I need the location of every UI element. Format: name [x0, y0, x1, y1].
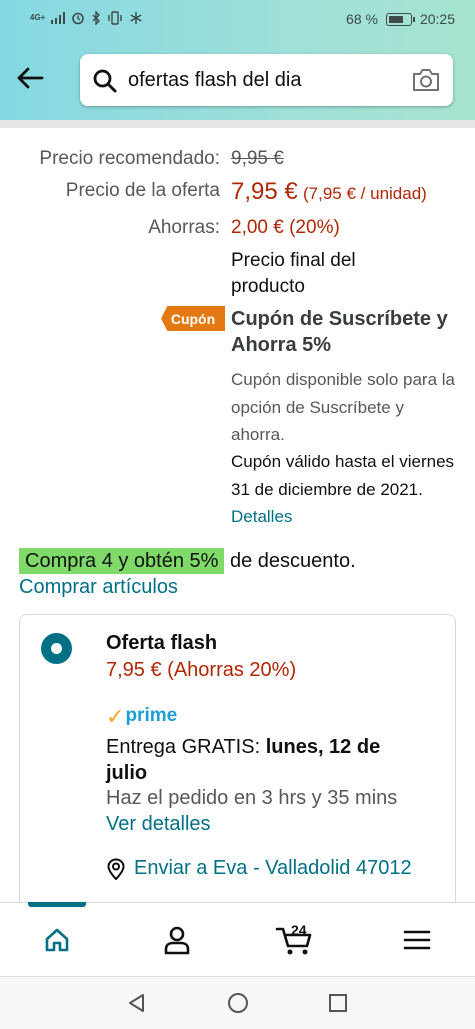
prime-label: prime	[125, 705, 178, 726]
system-back-button[interactable]	[124, 990, 150, 1016]
section-divider	[0, 120, 475, 128]
back-button[interactable]	[12, 58, 48, 98]
square-recents-icon	[329, 994, 347, 1012]
system-recents-button[interactable]	[325, 990, 351, 1016]
clock: 20:25	[419, 11, 455, 27]
search-bar[interactable]	[80, 54, 453, 106]
alarm-icon	[72, 12, 85, 25]
prime-check-icon: ✓	[106, 704, 125, 729]
battery-icon	[385, 12, 415, 26]
recommended-price-label: Precio recomendado:	[39, 148, 220, 169]
hamburger-menu-icon	[403, 930, 431, 950]
coupon-badge: Cupón	[161, 306, 225, 331]
system-home-button[interactable]	[225, 990, 251, 1016]
coupon-note: Cupón disponible solo para la opción de …	[231, 370, 455, 444]
battery-fill	[388, 15, 403, 23]
arrow-left-icon	[17, 67, 44, 89]
snowflake-icon	[130, 12, 142, 24]
coupon-details-link[interactable]: Detalles	[231, 507, 292, 526]
triangle-back-icon	[129, 994, 144, 1012]
battery-percent: 68 %	[346, 11, 378, 27]
see-details-link[interactable]: Ver detalles	[106, 813, 211, 836]
signal-icon	[51, 12, 66, 24]
circle-home-icon	[228, 993, 248, 1013]
offer-price-label: Precio de la oferta	[65, 180, 220, 201]
offer-title: Oferta flash	[106, 632, 218, 654]
final-price-note: Precio final del producto	[231, 250, 356, 297]
buy-items-link[interactable]: Comprar artículos	[19, 576, 178, 599]
cart-count: 24	[291, 922, 307, 938]
promotion-highlight: Compra 4 y obtén 5%	[19, 548, 225, 574]
offer-price: 7,95 €	[231, 178, 298, 205]
savings-value: 2,00 € (20%)	[231, 217, 340, 238]
coupon-valid-text: Cupón válido hasta el viernes 31 de dici…	[231, 452, 455, 499]
delivery-info: Entrega GRATIS: lunes, 12 de julio	[106, 734, 426, 786]
nav-account[interactable]	[157, 920, 197, 960]
savings-label: Ahorras:	[148, 217, 220, 238]
status-bar: 4G+ 68 % 20:25	[0, 0, 475, 38]
order-countdown: Haz el pedido en 3 hrs y 35 mins	[106, 787, 398, 809]
nav-home[interactable]	[37, 920, 77, 960]
nav-menu[interactable]	[397, 920, 437, 960]
offer-card-price: 7,95 € (Ahorras 20%)	[106, 659, 297, 681]
promotion-suffix: de descuento.	[230, 550, 356, 572]
coupon-title: Cupón de Suscríbete y Ahorra 5%	[231, 308, 448, 356]
camera-icon[interactable]	[411, 67, 441, 93]
home-icon	[45, 928, 69, 952]
radio-dot	[51, 643, 62, 654]
ship-to-text: Enviar a Eva - Valladolid 47012	[134, 857, 412, 879]
vibrate-icon	[108, 11, 123, 25]
ship-to-link[interactable]: Enviar a Eva - Valladolid 47012	[106, 857, 412, 880]
promotion-line: Compra 4 y obtén 5% de descuento.	[19, 548, 356, 574]
search-input[interactable]	[128, 66, 398, 94]
bluetooth-icon	[92, 11, 101, 25]
recommended-price: 9,95 €	[231, 148, 284, 169]
active-tab-indicator	[28, 902, 86, 907]
coupon-validity: Cupón válido hasta el viernes 31 de dici…	[231, 448, 463, 531]
delivery-prefix: Entrega GRATIS:	[106, 736, 261, 758]
person-icon	[164, 926, 190, 955]
search-icon	[93, 69, 117, 93]
unit-price: (7,95 € / unidad)	[303, 184, 427, 203]
network-type: 4G+	[30, 13, 46, 22]
location-pin-icon	[107, 857, 125, 880]
prime-logo: ✓ prime	[106, 704, 178, 729]
offer-radio-button[interactable]	[41, 633, 72, 664]
offer-price-row: 7,95 € (7,95 € / unidad)	[231, 178, 427, 206]
